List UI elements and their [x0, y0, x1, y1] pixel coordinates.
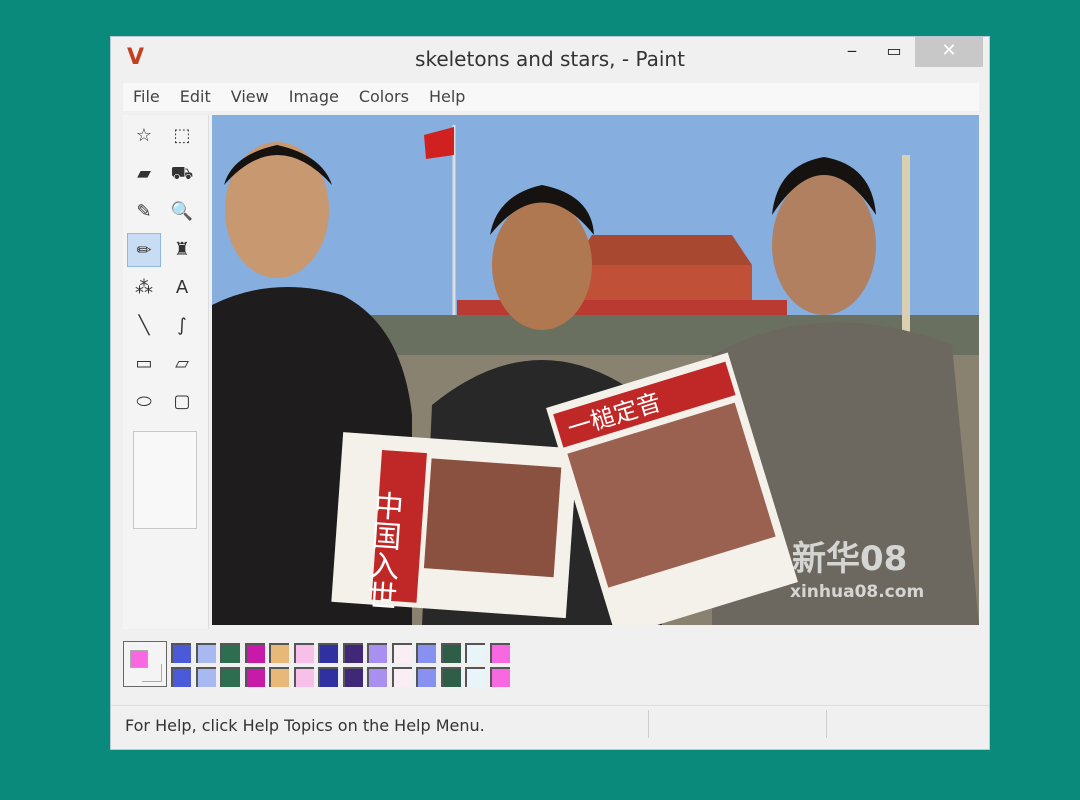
line-icon: ╲: [138, 315, 150, 336]
free-form-select-tool[interactable]: ☆: [127, 119, 161, 153]
brush-tool[interactable]: ♜: [165, 233, 199, 267]
palette-swatch[interactable]: [220, 643, 240, 663]
rounded-rectangle-tool[interactable]: ▢: [165, 385, 199, 419]
palette-swatch[interactable]: [293, 667, 314, 687]
palette-swatch[interactable]: [195, 667, 216, 687]
fill-with-color-tool[interactable]: ⛟: [165, 157, 199, 191]
fill-with-color-icon: ⛟: [170, 163, 194, 184]
palette-swatch[interactable]: [342, 667, 363, 687]
pick-color-icon: ✎: [136, 201, 152, 222]
tool-options-box[interactable]: [133, 431, 197, 529]
palette-swatch[interactable]: [318, 643, 338, 663]
menu-edit[interactable]: Edit: [170, 83, 221, 111]
rectangle-icon: ▭: [135, 353, 153, 374]
lamp-post: [902, 155, 910, 335]
palette-swatch[interactable]: [171, 667, 191, 687]
select-icon: ⬚: [173, 125, 191, 146]
drawing-canvas[interactable]: 中国入世 一槌定音 新华08 xinhua08.com: [212, 115, 979, 625]
palette-swatch[interactable]: [220, 667, 240, 687]
eraser-tool[interactable]: ▰: [127, 157, 161, 191]
photo-image: 中国入世 一槌定音 新华08 xinhua08.com: [212, 115, 979, 625]
pick-color-tool[interactable]: ✎: [127, 195, 161, 229]
palette-swatch[interactable]: [465, 667, 485, 687]
maximize-button[interactable]: ▭: [879, 37, 909, 67]
ellipse-tool[interactable]: ⬭: [127, 385, 161, 419]
palette-swatch[interactable]: [367, 667, 387, 687]
menu-file[interactable]: File: [123, 83, 170, 111]
status-text: For Help, click Help Topics on the Help …: [125, 716, 485, 735]
newspaper-left: 中国入世: [331, 432, 578, 619]
palette-swatch[interactable]: [367, 643, 387, 663]
curve-tool[interactable]: ∫: [165, 309, 199, 343]
brush-icon: ♜: [173, 239, 191, 260]
menu-colors[interactable]: Colors: [349, 83, 419, 111]
palette-swatch[interactable]: [465, 643, 485, 663]
palette-swatch[interactable]: [293, 643, 314, 663]
palette-swatch[interactable]: [342, 643, 363, 663]
palette-swatch[interactable]: [489, 667, 510, 687]
gate-tower: [582, 265, 752, 300]
status-pane-position: [648, 710, 826, 738]
watermark-url: xinhua08.com: [790, 582, 924, 602]
watermark: 新华08: [792, 539, 907, 579]
person-center-face: [492, 200, 592, 330]
palette-swatch[interactable]: [391, 667, 412, 687]
pencil-tool[interactable]: ✏: [127, 233, 161, 267]
palette-swatch[interactable]: [171, 643, 191, 663]
status-pane-size: [826, 710, 976, 738]
gate-roof: [572, 235, 752, 265]
person-right-face: [772, 175, 876, 315]
menu-image[interactable]: Image: [279, 83, 349, 111]
title-bar: V skeletons and stars, - Paint ‒ ▭ ✕: [111, 37, 989, 81]
eraser-icon: ▰: [137, 163, 151, 184]
airbrush-tool[interactable]: ⁂: [127, 271, 161, 305]
minimize-button[interactable]: ‒: [837, 37, 867, 67]
text-tool[interactable]: A: [165, 271, 199, 305]
curve-icon: ∫: [177, 315, 187, 336]
menu-bar: File Edit View Image Colors Help: [123, 83, 979, 111]
color-palette: [123, 637, 979, 693]
palette-swatch[interactable]: [440, 643, 461, 663]
status-bar: For Help, click Help Topics on the Help …: [111, 705, 989, 741]
palette-swatch[interactable]: [416, 643, 436, 663]
palette-swatch[interactable]: [416, 667, 436, 687]
menu-help[interactable]: Help: [419, 83, 475, 111]
palette-swatch[interactable]: [269, 667, 289, 687]
rounded-rectangle-icon: ▢: [173, 391, 191, 412]
ellipse-icon: ⬭: [136, 391, 152, 412]
line-tool[interactable]: ╲: [127, 309, 161, 343]
palette-swatch[interactable]: [244, 643, 265, 663]
magnifier-tool[interactable]: 🔍: [165, 195, 199, 229]
palette-swatch[interactable]: [391, 643, 412, 663]
paint-window: V skeletons and stars, - Paint ‒ ▭ ✕ Fil…: [110, 36, 990, 750]
rectangle-tool[interactable]: ▭: [127, 347, 161, 381]
palette-swatch[interactable]: [195, 643, 216, 663]
magnifier-icon: 🔍: [170, 201, 194, 222]
close-button[interactable]: ✕: [915, 37, 983, 67]
toolbox: ☆ ⬚ ▰ ⛟ ✎ 🔍 ✏ ♜ ⁂ A ╲ ∫ ▭ ▱ ⬭ ▢: [123, 115, 209, 629]
free-form-select-icon: ☆: [135, 125, 153, 146]
select-tool[interactable]: ⬚: [165, 119, 199, 153]
polygon-tool[interactable]: ▱: [165, 347, 199, 381]
palette-swatch[interactable]: [244, 667, 265, 687]
menu-view[interactable]: View: [221, 83, 279, 111]
palette-swatch[interactable]: [489, 643, 510, 663]
current-colors[interactable]: [123, 641, 167, 687]
pencil-icon: ✏: [136, 240, 152, 261]
text-icon: A: [175, 277, 189, 298]
palette-swatch[interactable]: [318, 667, 338, 687]
airbrush-icon: ⁂: [135, 277, 153, 298]
background-color[interactable]: [142, 664, 162, 682]
palette-swatch[interactable]: [440, 667, 461, 687]
palette-swatch[interactable]: [269, 643, 289, 663]
polygon-icon: ▱: [175, 353, 189, 374]
